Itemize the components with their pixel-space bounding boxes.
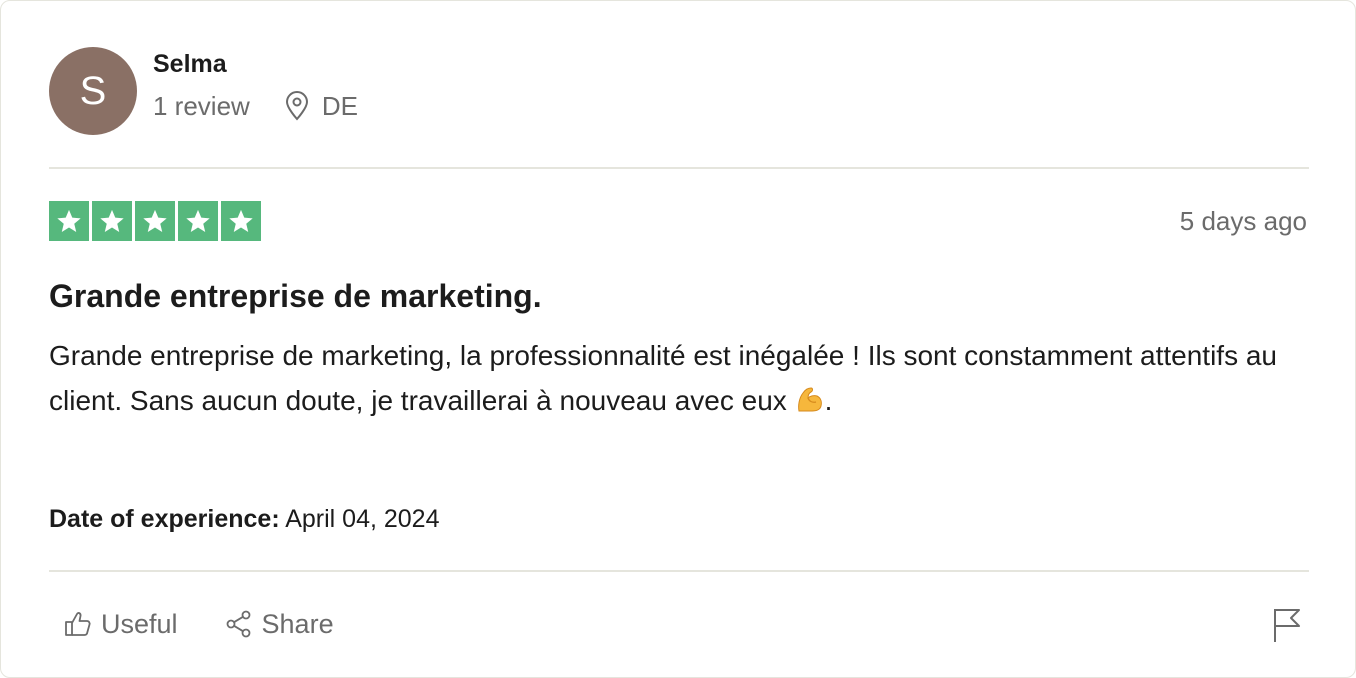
consumer-name[interactable]: Selma	[153, 49, 358, 79]
share-button[interactable]: Share	[224, 604, 334, 644]
star-icon	[178, 201, 218, 241]
review-count: 1 review	[153, 91, 250, 121]
star-rating	[49, 201, 261, 241]
review-body: Grande entreprise de marketing, la profe…	[49, 334, 1311, 427]
flag-icon	[1274, 609, 1300, 642]
avatar-initial: S	[79, 68, 107, 113]
useful-button[interactable]: Useful	[63, 604, 178, 644]
review-card: S Selma 1 review DE 5 days ago Grande en…	[0, 0, 1356, 678]
review-body-text: Grande entreprise de marketing, la profe…	[49, 340, 1278, 416]
avatar[interactable]: S	[49, 47, 137, 135]
review-body-end: .	[824, 384, 833, 416]
star-icon	[49, 201, 89, 241]
star-icon	[221, 201, 261, 241]
flexed-biceps-icon	[795, 383, 825, 428]
experience-label: Date of experience:	[49, 505, 280, 533]
review-actions: Useful Share	[63, 604, 334, 644]
date-of-experience: Date of experience: April 04, 2024	[49, 503, 440, 535]
consumer-info: S Selma 1 review DE	[49, 47, 358, 135]
share-label: Share	[261, 609, 334, 639]
report-button[interactable]	[1267, 605, 1307, 645]
review-title[interactable]: Grande entreprise de marketing.	[49, 277, 542, 315]
consumer-details: Selma 1 review DE	[153, 47, 358, 135]
location-pin-icon	[285, 91, 308, 121]
divider	[49, 167, 1309, 169]
consumer-meta: 1 review DE	[153, 91, 358, 121]
star-icon	[92, 201, 132, 241]
thumbs-up-icon	[65, 612, 91, 636]
consumer-location: DE	[284, 91, 358, 121]
divider	[49, 570, 1309, 572]
useful-label: Useful	[101, 609, 178, 639]
review-date: 5 days ago	[1179, 206, 1307, 236]
experience-date: April 04, 2024	[285, 505, 440, 533]
consumer-country: DE	[321, 91, 358, 121]
share-icon	[226, 610, 250, 638]
star-icon	[135, 201, 175, 241]
